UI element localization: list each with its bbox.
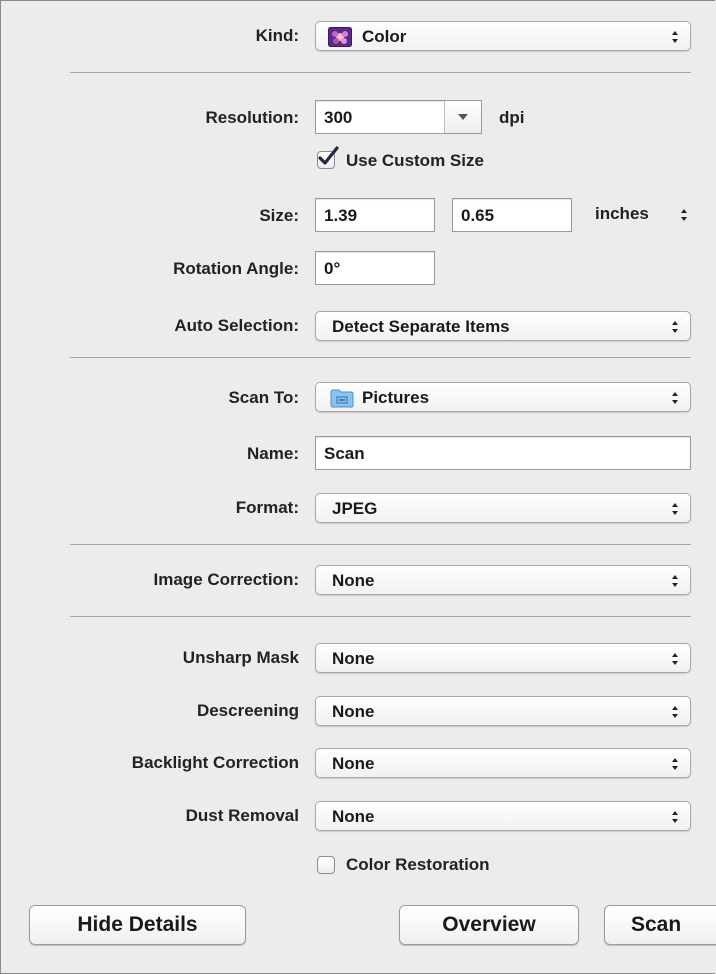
descreening-label: Descreening [196,701,299,720]
scan-button[interactable]: Scan [604,905,716,945]
unsharp-mask-label: Unsharp Mask [182,648,299,667]
chevron-updown-icon [672,653,678,665]
descreening-popup[interactable]: None [315,696,691,726]
use-custom-size-checkbox[interactable] [317,146,339,169]
size-label: Size: [259,206,299,225]
chevron-updown-icon [672,392,678,404]
image-correction-popup[interactable]: None [315,565,691,595]
chevron-down-icon [458,114,468,120]
name-label: Name: [247,444,299,463]
auto-selection-label: Auto Selection: [174,316,299,335]
chevron-updown-icon [672,575,678,587]
size-width-field[interactable]: 1.39 [315,198,435,232]
format-popup[interactable]: JPEG [315,493,691,523]
rotation-angle-value: 0° [324,259,341,278]
rotation-angle-field[interactable]: 0° [315,251,435,285]
resolution-label: Resolution: [205,108,300,127]
auto-selection-value: Detect Separate Items [332,317,510,336]
separator [70,544,691,545]
size-unit-popup[interactable]: inches [595,204,691,226]
resolution-combo[interactable]: 300 [315,100,482,134]
unsharp-mask-popup[interactable]: None [315,643,691,673]
descreening-value: None [332,702,375,721]
color-restoration-checkbox[interactable] [317,856,335,874]
kind-label: Kind: [255,26,299,45]
scan-to-value: Pictures [362,388,430,407]
use-custom-size-label: Use Custom Size [346,151,484,170]
resolution-value: 300 [324,108,353,127]
kind-value: Color [362,27,407,46]
dust-removal-popup[interactable]: None [315,801,691,831]
separator [70,357,691,358]
auto-selection-popup[interactable]: Detect Separate Items [315,311,691,341]
chevron-updown-icon [672,321,678,333]
separator [70,616,691,617]
backlight-correction-label: Backlight Correction [131,753,299,772]
backlight-correction-popup[interactable]: None [315,748,691,778]
scanner-details-panel: Kind: Color Resolution: 300 dpi Use Cust… [0,0,716,974]
image-correction-value: None [332,571,375,590]
chevron-updown-icon [672,706,678,718]
hide-details-button[interactable]: Hide Details [29,905,246,945]
size-unit-value: inches [595,204,649,223]
overview-button[interactable]: Overview [399,905,579,945]
chevron-updown-icon [672,31,678,43]
image-correction-label: Image Correction: [153,570,299,589]
checkmark-icon [318,146,339,165]
scan-to-popup[interactable]: Pictures [315,382,691,412]
chevron-updown-icon [672,503,678,515]
folder-icon [330,388,354,408]
format-value: JPEG [332,499,378,518]
size-width-value: 1.39 [324,206,358,225]
rotation-angle-label: Rotation Angle: [173,259,299,278]
chevron-updown-icon [672,758,678,770]
resolution-unit: dpi [499,108,525,127]
dust-removal-label: Dust Removal [185,806,299,825]
kind-popup[interactable]: Color [315,21,691,51]
separator [70,72,691,73]
chevron-updown-icon [672,811,678,823]
unsharp-mask-value: None [332,649,375,668]
color-photo-icon [328,27,352,47]
scan-to-label: Scan To: [228,388,299,407]
size-height-field[interactable]: 0.65 [452,198,572,232]
format-label: Format: [235,498,299,517]
resolution-dropdown-button[interactable] [444,101,481,133]
size-height-value: 0.65 [461,206,495,225]
backlight-correction-value: None [332,754,375,773]
name-field[interactable]: Scan [315,436,691,470]
chevron-updown-icon [681,209,687,221]
dust-removal-value: None [332,807,375,826]
color-restoration-label: Color Restoration [346,855,490,874]
name-value: Scan [324,444,365,463]
